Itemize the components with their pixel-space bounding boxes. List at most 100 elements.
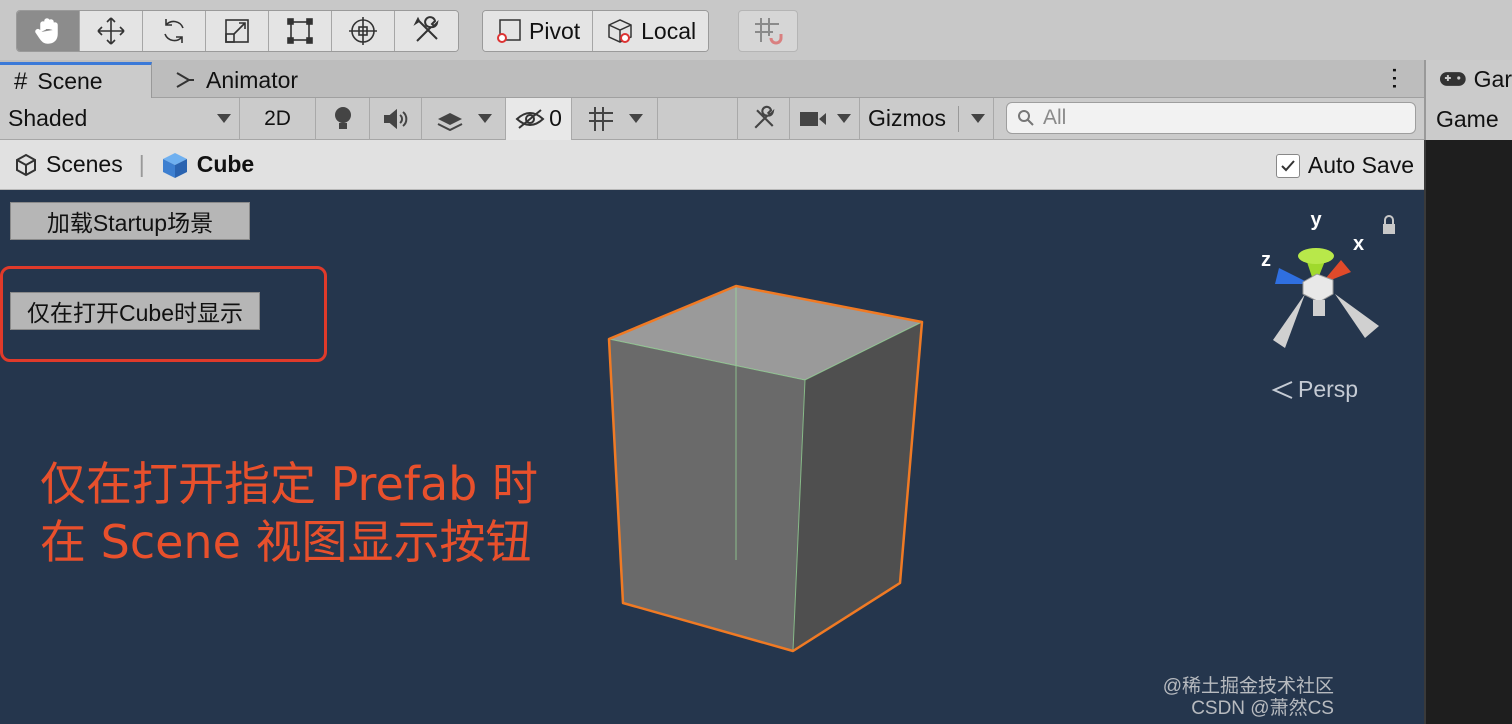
custom-tools-button[interactable] (395, 11, 458, 51)
orientation-gizmo[interactable]: y x z (1255, 208, 1405, 358)
audio-toggle[interactable] (370, 97, 422, 140)
scene-search-input[interactable]: All (1006, 102, 1416, 134)
layers-effects-icon (437, 112, 462, 131)
hand-icon (35, 18, 58, 44)
grid-snap-icon (755, 18, 783, 45)
grid-icon (588, 106, 613, 131)
persp-label: Persp (1298, 376, 1359, 402)
gamepad-icon (1439, 72, 1466, 86)
game-toolbar: Game (1424, 98, 1512, 140)
tab-scene[interactable]: # Scene (0, 62, 152, 98)
gizmos-label: Gizmos (868, 105, 946, 131)
tab-animator-label: Animator (206, 66, 299, 93)
hidden-count: 0 (549, 105, 562, 131)
watermark-line-1: @稀土掘金技术社区 (1162, 676, 1334, 697)
annotation-line-1: 仅在打开指定 Prefab 时 (40, 457, 538, 511)
scene-view-toolbar: Shaded 2D 0 Gizmos All (0, 97, 1424, 140)
load-startup-scene-button[interactable]: 加载Startup场景 (10, 202, 250, 240)
grid-snap-button[interactable] (738, 10, 798, 52)
chevron-down-icon (836, 114, 851, 123)
pivot-group: Pivot Local (482, 10, 710, 52)
persp-chevron-icon (1271, 380, 1293, 399)
watermark: @稀土掘金技术社区 CSDN @萧然CS (1163, 676, 1334, 720)
speaker-icon (383, 108, 407, 129)
tab-scene-label: Scene (37, 68, 103, 94)
effects-dropdown[interactable] (422, 97, 506, 140)
rect-tool-button[interactable] (269, 11, 332, 51)
cube-only-button[interactable]: 仅在打开Cube时显示 (10, 292, 260, 330)
shading-mode-dropdown[interactable]: Shaded (0, 97, 240, 140)
unity-logo-icon (16, 153, 36, 176)
gizmo-lock-icon[interactable] (1383, 224, 1395, 234)
chevron-down-icon (970, 114, 985, 123)
auto-save-toggle[interactable]: Auto Save (1275, 152, 1414, 179)
gizmo-axis-y: y (1310, 209, 1322, 231)
cube-only-label: 仅在打开Cube时显示 (27, 300, 243, 326)
tab-game-label: Gar (1473, 65, 1512, 92)
breadcrumb-separator: | (138, 151, 145, 177)
game-display-label[interactable]: Game (1436, 106, 1499, 133)
editor-tabbar: # Scene Animator ⋯ (0, 60, 1424, 98)
scale-tool-button[interactable] (206, 11, 269, 51)
lighting-toggle[interactable] (316, 97, 370, 140)
breadcrumb-scenes-label: Scenes (46, 151, 123, 177)
rect-icon (287, 18, 313, 44)
projection-toggle[interactable]: Persp (1270, 376, 1358, 403)
grid-hash-icon: # (14, 67, 28, 95)
breadcrumb-cube[interactable]: Cube (161, 151, 254, 179)
camera-icon (799, 111, 826, 126)
auto-save-checkbox[interactable] (1275, 153, 1300, 178)
scale-icon (225, 19, 249, 43)
camera-dropdown[interactable] (790, 97, 860, 140)
scene-visibility-toggle[interactable]: 0 (506, 97, 572, 140)
component-tools-button[interactable] (738, 97, 790, 140)
annotation-line-2: 在 Scene 视图显示按钮 (40, 515, 532, 569)
prefab-cube-icon (162, 152, 187, 178)
pivot-icon (497, 19, 521, 43)
toggle-2d-label: 2D (264, 106, 291, 130)
custom-tools-icon (412, 16, 439, 42)
gizmo-axis-x: x (1353, 233, 1364, 255)
tab-game[interactable]: Gar (1424, 60, 1512, 98)
rotate-icon (164, 19, 184, 43)
custom-tools-icon (754, 105, 774, 128)
chevron-down-icon (628, 114, 643, 123)
toolbar-spacer (658, 97, 738, 140)
move-tool-button[interactable] (80, 11, 143, 51)
grid-dropdown[interactable] (572, 97, 658, 140)
lightbulb-icon (334, 106, 351, 129)
transform-tools-group (16, 10, 459, 52)
rotate-tool-button[interactable] (143, 11, 206, 51)
load-startup-scene-label: 加载Startup场景 (46, 210, 214, 236)
breadcrumb-scenes[interactable]: Scenes (0, 151, 123, 178)
move-icon (97, 17, 125, 45)
prefab-breadcrumb: Scenes | Cube Auto Save (0, 140, 1424, 190)
game-viewport[interactable] (1424, 140, 1512, 724)
hand-tool-button[interactable] (17, 11, 80, 51)
animator-icon (176, 72, 194, 88)
gizmos-dropdown[interactable]: Gizmos (860, 97, 994, 140)
watermark-line-2: CSDN @萧然CS (1191, 698, 1334, 719)
local-label: Local (641, 17, 697, 44)
scene-viewport[interactable]: 加载Startup场景 仅在打开Cube时显示 仅在打开指定 Prefab 时 … (0, 190, 1424, 724)
auto-save-label: Auto Save (1307, 152, 1414, 178)
local-toggle[interactable]: Local (593, 11, 709, 51)
pivot-label: Pivot (529, 17, 581, 44)
chevron-down-icon (217, 114, 231, 123)
more-options-icon[interactable]: ⋯ (1381, 66, 1408, 90)
game-panel: Gar Game (1424, 60, 1512, 724)
shading-mode-value: Shaded (8, 105, 88, 131)
tab-animator[interactable]: Animator (160, 62, 312, 98)
selected-cube[interactable] (600, 280, 930, 660)
toggle-2d-button[interactable]: 2D (240, 97, 316, 140)
checkmark-icon (1281, 159, 1295, 171)
transform-icon (349, 17, 377, 45)
transform-tool-button[interactable] (332, 11, 395, 51)
main-toolbar: Pivot Local (0, 0, 1512, 60)
divider (957, 105, 959, 132)
local-cube-icon (608, 19, 632, 43)
search-icon (1018, 110, 1034, 126)
pivot-toggle[interactable]: Pivot (483, 11, 594, 51)
annotation-text: 仅在打开指定 Prefab 时 在 Scene 视图显示按钮 (40, 455, 538, 571)
gizmo-axis-z: z (1261, 249, 1271, 271)
